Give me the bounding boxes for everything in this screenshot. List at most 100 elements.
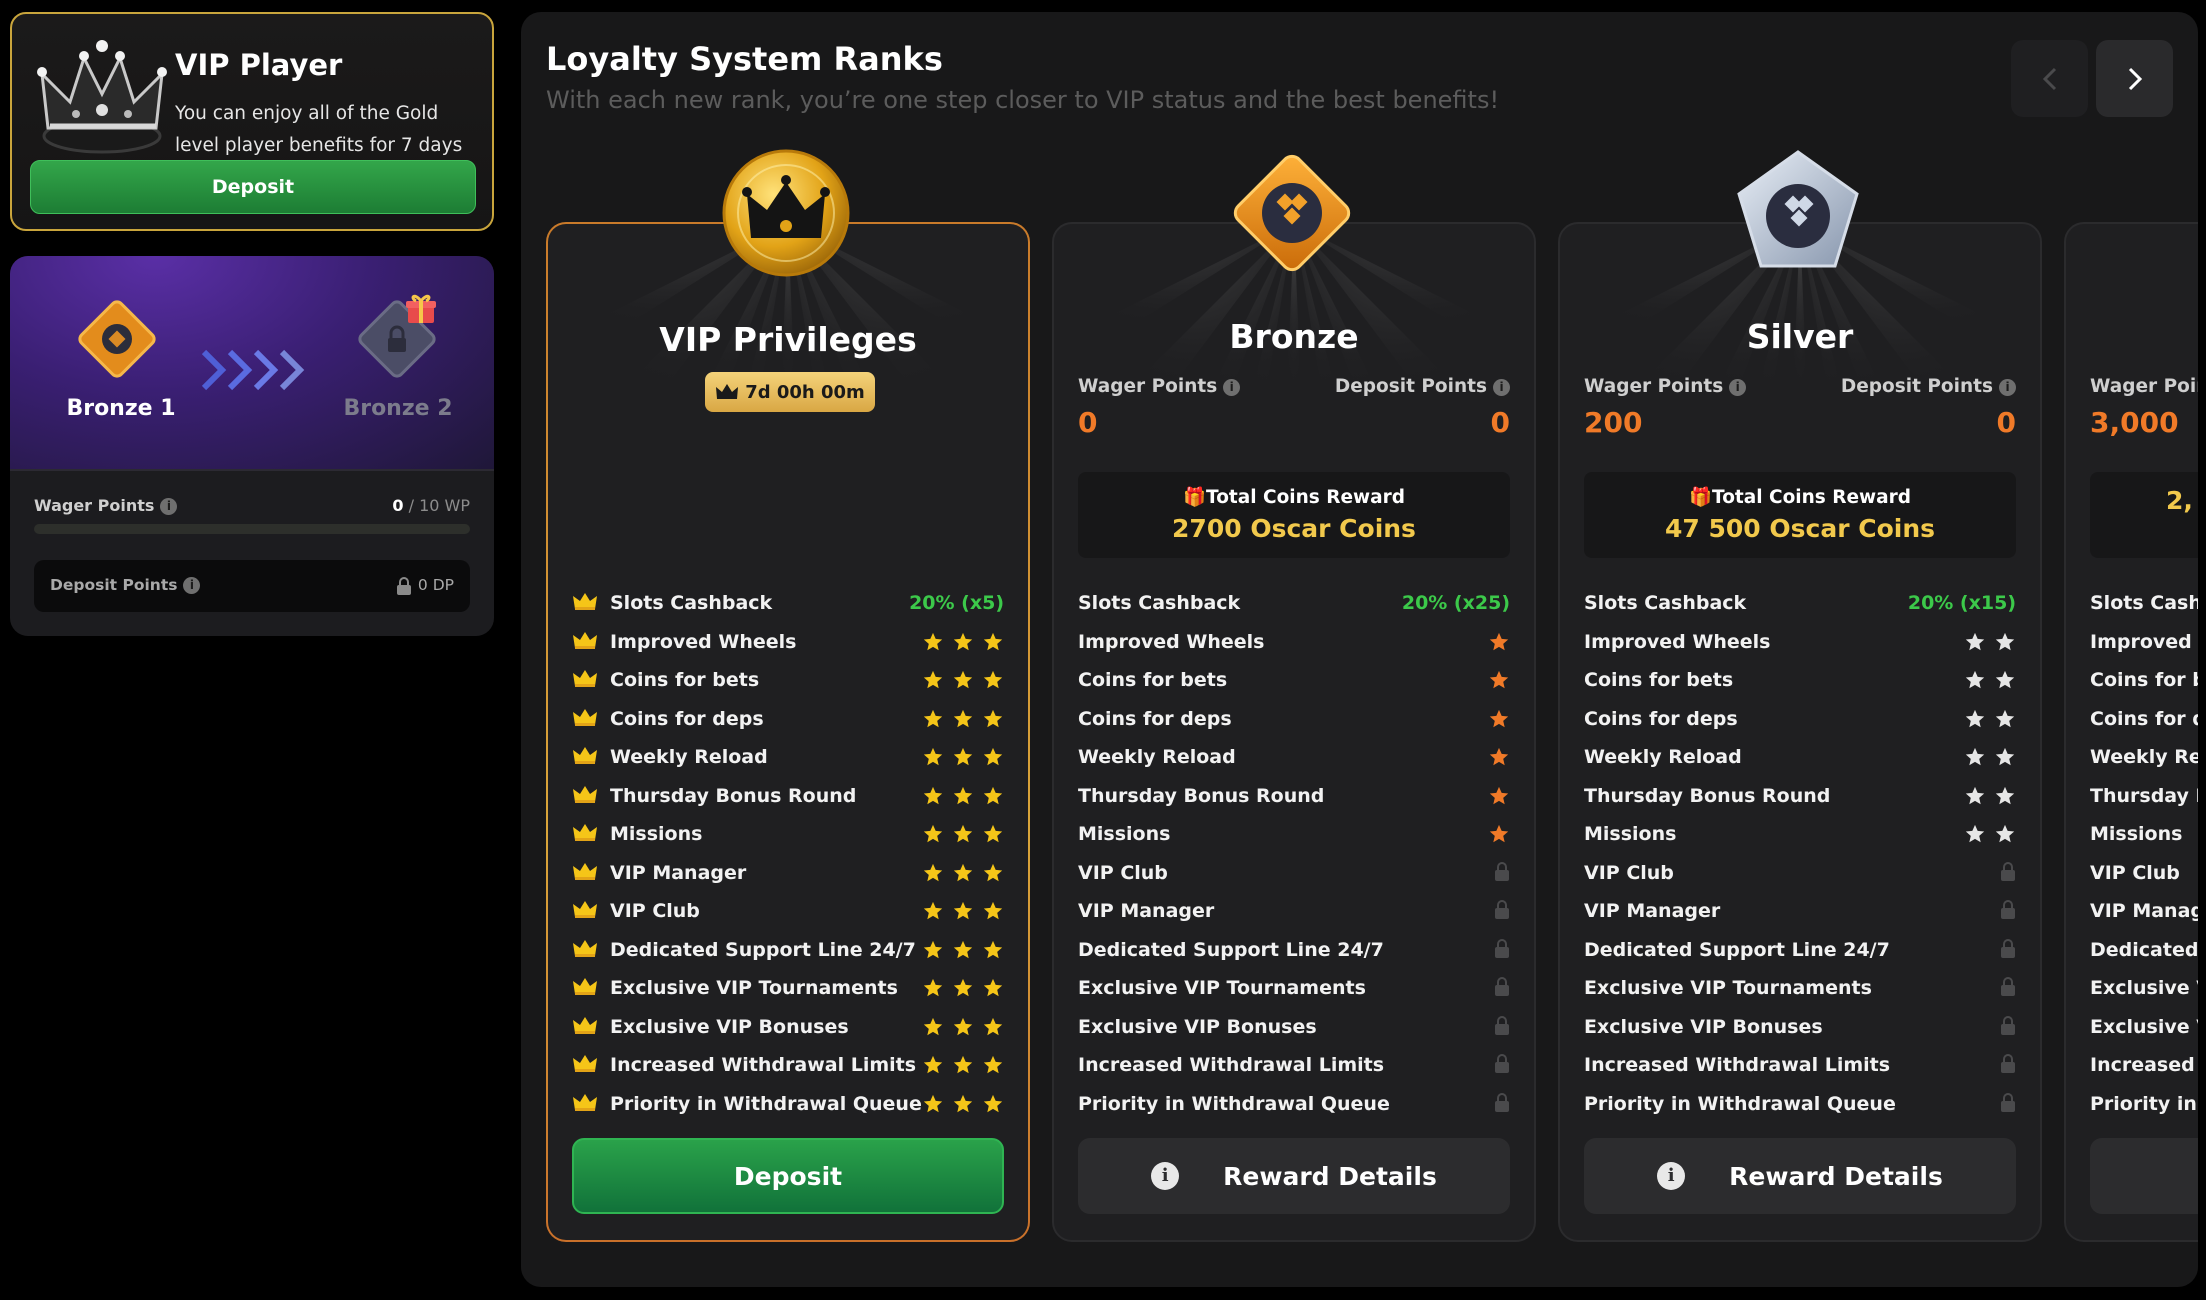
vip-deposit-button[interactable]: Deposit — [30, 160, 476, 214]
loyalty-ranks-panel: Loyalty System Ranks With each new rank,… — [521, 12, 2198, 1287]
crown-icon — [572, 898, 598, 925]
benefit-row: Dedicated Support Line 24/7 — [2090, 933, 2198, 972]
benefit-row: Slots Cashback 20% (x15) — [1584, 586, 2016, 625]
star-icon — [982, 708, 1004, 735]
benefit-row: Dedicated Support Line 24/7 — [572, 933, 1004, 972]
crown-icon — [572, 667, 598, 694]
benefit-row: VIP Manager — [2090, 894, 2198, 933]
card-title: Bronze — [1229, 317, 1359, 356]
crown-icon — [572, 937, 598, 964]
benefit-row: Missions — [1078, 817, 1510, 856]
benefit-row: Weekly Reload — [572, 740, 1004, 779]
lock-icon — [1494, 900, 1510, 925]
star-icon — [922, 939, 944, 966]
benefit-row: Slots Cashback 20% (x25) — [1078, 586, 1510, 625]
crown-icon — [572, 1091, 598, 1118]
benefit-name: Dedicated Support Line 24/7 — [610, 938, 916, 961]
benefit-name: Coins for bets — [1584, 669, 1734, 691]
star-rating — [922, 1054, 1004, 1081]
info-icon[interactable]: i — [1729, 378, 1747, 396]
benefit-row: Exclusive VIP Bonuses — [2090, 1010, 2198, 1049]
benefit-name: Coins for bets — [1078, 669, 1228, 691]
star-icon — [982, 939, 1004, 966]
star-icon — [952, 823, 974, 850]
benefit-row: Dedicated Support Line 24/7 — [1078, 933, 1510, 972]
next-rank-label: Bronze 2 — [343, 396, 453, 421]
benefit-row: Priority in Withdrawal Queue — [2090, 1087, 2198, 1126]
benefit-row: Exclusive VIP Bonuses — [572, 1010, 1004, 1049]
benefit-value: 20% (x25) — [1401, 592, 1510, 614]
benefit-name: Increased Withdrawal Limits — [1584, 1054, 1891, 1076]
star-icon — [1994, 631, 2016, 658]
star-rating — [922, 977, 1004, 1004]
lock-icon — [2000, 938, 2016, 964]
benefit-name: Thursday Bonus Round — [1584, 784, 1831, 807]
info-icon[interactable]: i — [1999, 378, 2016, 396]
benefit-name: Priority in Withdrawal Queue — [610, 1092, 922, 1115]
wager-points-value: 0 — [1078, 406, 1098, 439]
info-icon[interactable]: i — [183, 577, 201, 594]
lock-icon — [396, 576, 411, 595]
info-icon[interactable]: i — [1493, 378, 1510, 396]
benefit-name: Coins for deps — [610, 707, 764, 730]
benefit-row: Improved Wheels — [1078, 625, 1510, 664]
chevrons-right-icon — [201, 349, 305, 391]
benefit-row: Weekly Reload — [2090, 740, 2198, 779]
benefit-name: Exclusive VIP Tournaments — [1078, 977, 1366, 999]
gift-icon: 🎁 — [1688, 487, 1713, 508]
lock-icon — [1494, 938, 1510, 964]
reward-heading: 🎁Total Coins Reward — [1688, 487, 1911, 508]
star-rating — [1488, 746, 1510, 773]
reward-details-button[interactable]: i Reward Details — [1584, 1138, 2016, 1214]
benefit-name: Dedicated Support Line 24/7 — [1584, 938, 1890, 961]
info-icon[interactable]: i — [160, 498, 178, 515]
star-icon — [1488, 708, 1510, 735]
bronze-rank-badge-icon — [78, 300, 156, 378]
gift-icon: 🎁 — [1182, 487, 1207, 508]
wager-points-value: 0 / 10 WP — [392, 496, 470, 515]
crown-icon — [572, 860, 598, 887]
star-icon — [1488, 746, 1510, 773]
benefit-name: Exclusive VIP Tournaments — [610, 977, 898, 999]
benefit-row: Thursday Bonus Round — [2090, 779, 2198, 818]
benefit-row: Thursday Bonus Round — [572, 779, 1004, 818]
star-icon — [952, 1093, 974, 1120]
carousel-prev-button[interactable] — [2011, 40, 2088, 117]
star-icon — [922, 708, 944, 735]
gift-icon — [406, 294, 436, 323]
reward-details-button[interactable]: i Reward Details — [1078, 1138, 1510, 1214]
benefit-row: Coins for bets — [572, 663, 1004, 702]
star-icon — [982, 785, 1004, 812]
star-icon — [922, 631, 944, 658]
star-icon — [922, 823, 944, 850]
info-icon[interactable]: i — [1223, 378, 1241, 396]
benefit-row: Exclusive VIP Tournaments — [1584, 971, 2016, 1010]
wager-points-label: Wager Points i — [34, 496, 178, 515]
benefit-row: Weekly Reload — [1584, 740, 2016, 779]
vip-card-deposit-button[interactable]: Deposit — [572, 1138, 1004, 1214]
deposit-points-label: Deposit Points i — [1335, 376, 1510, 397]
benefit-value: 20% (x15) — [1907, 592, 2016, 614]
star-icon — [952, 746, 974, 773]
benefit-name: Missions — [1078, 823, 1171, 845]
benefit-row: VIP Club — [1584, 856, 2016, 895]
star-icon — [1994, 823, 2016, 850]
deposit-points-label: Deposit Points i — [50, 576, 201, 594]
benefit-row: Coins for bets — [1584, 663, 2016, 702]
crown-icon — [37, 40, 167, 154]
wager-points-row: Wager Points i 0 / 10 WP — [34, 492, 470, 522]
benefit-name: Thursday Bonus Round — [610, 784, 857, 807]
benefit-row: Exclusive VIP Tournaments — [1078, 971, 1510, 1010]
benefit-name: Weekly Reload — [2090, 746, 2198, 768]
chevron-left-icon — [2042, 67, 2056, 90]
benefit-name: VIP Manager — [2090, 900, 2198, 922]
crown-icon — [572, 744, 598, 771]
carousel-next-button[interactable] — [2096, 40, 2173, 117]
reward-details-button[interactable]: i — [2090, 1138, 2198, 1214]
benefit-name: Improved Wheels — [1078, 630, 1265, 653]
benefit-name: Missions — [2090, 823, 2183, 845]
star-rating — [922, 669, 1004, 696]
star-icon — [1488, 785, 1510, 812]
benefit-row: Weekly Reload — [1078, 740, 1510, 779]
crown-icon — [572, 629, 598, 656]
